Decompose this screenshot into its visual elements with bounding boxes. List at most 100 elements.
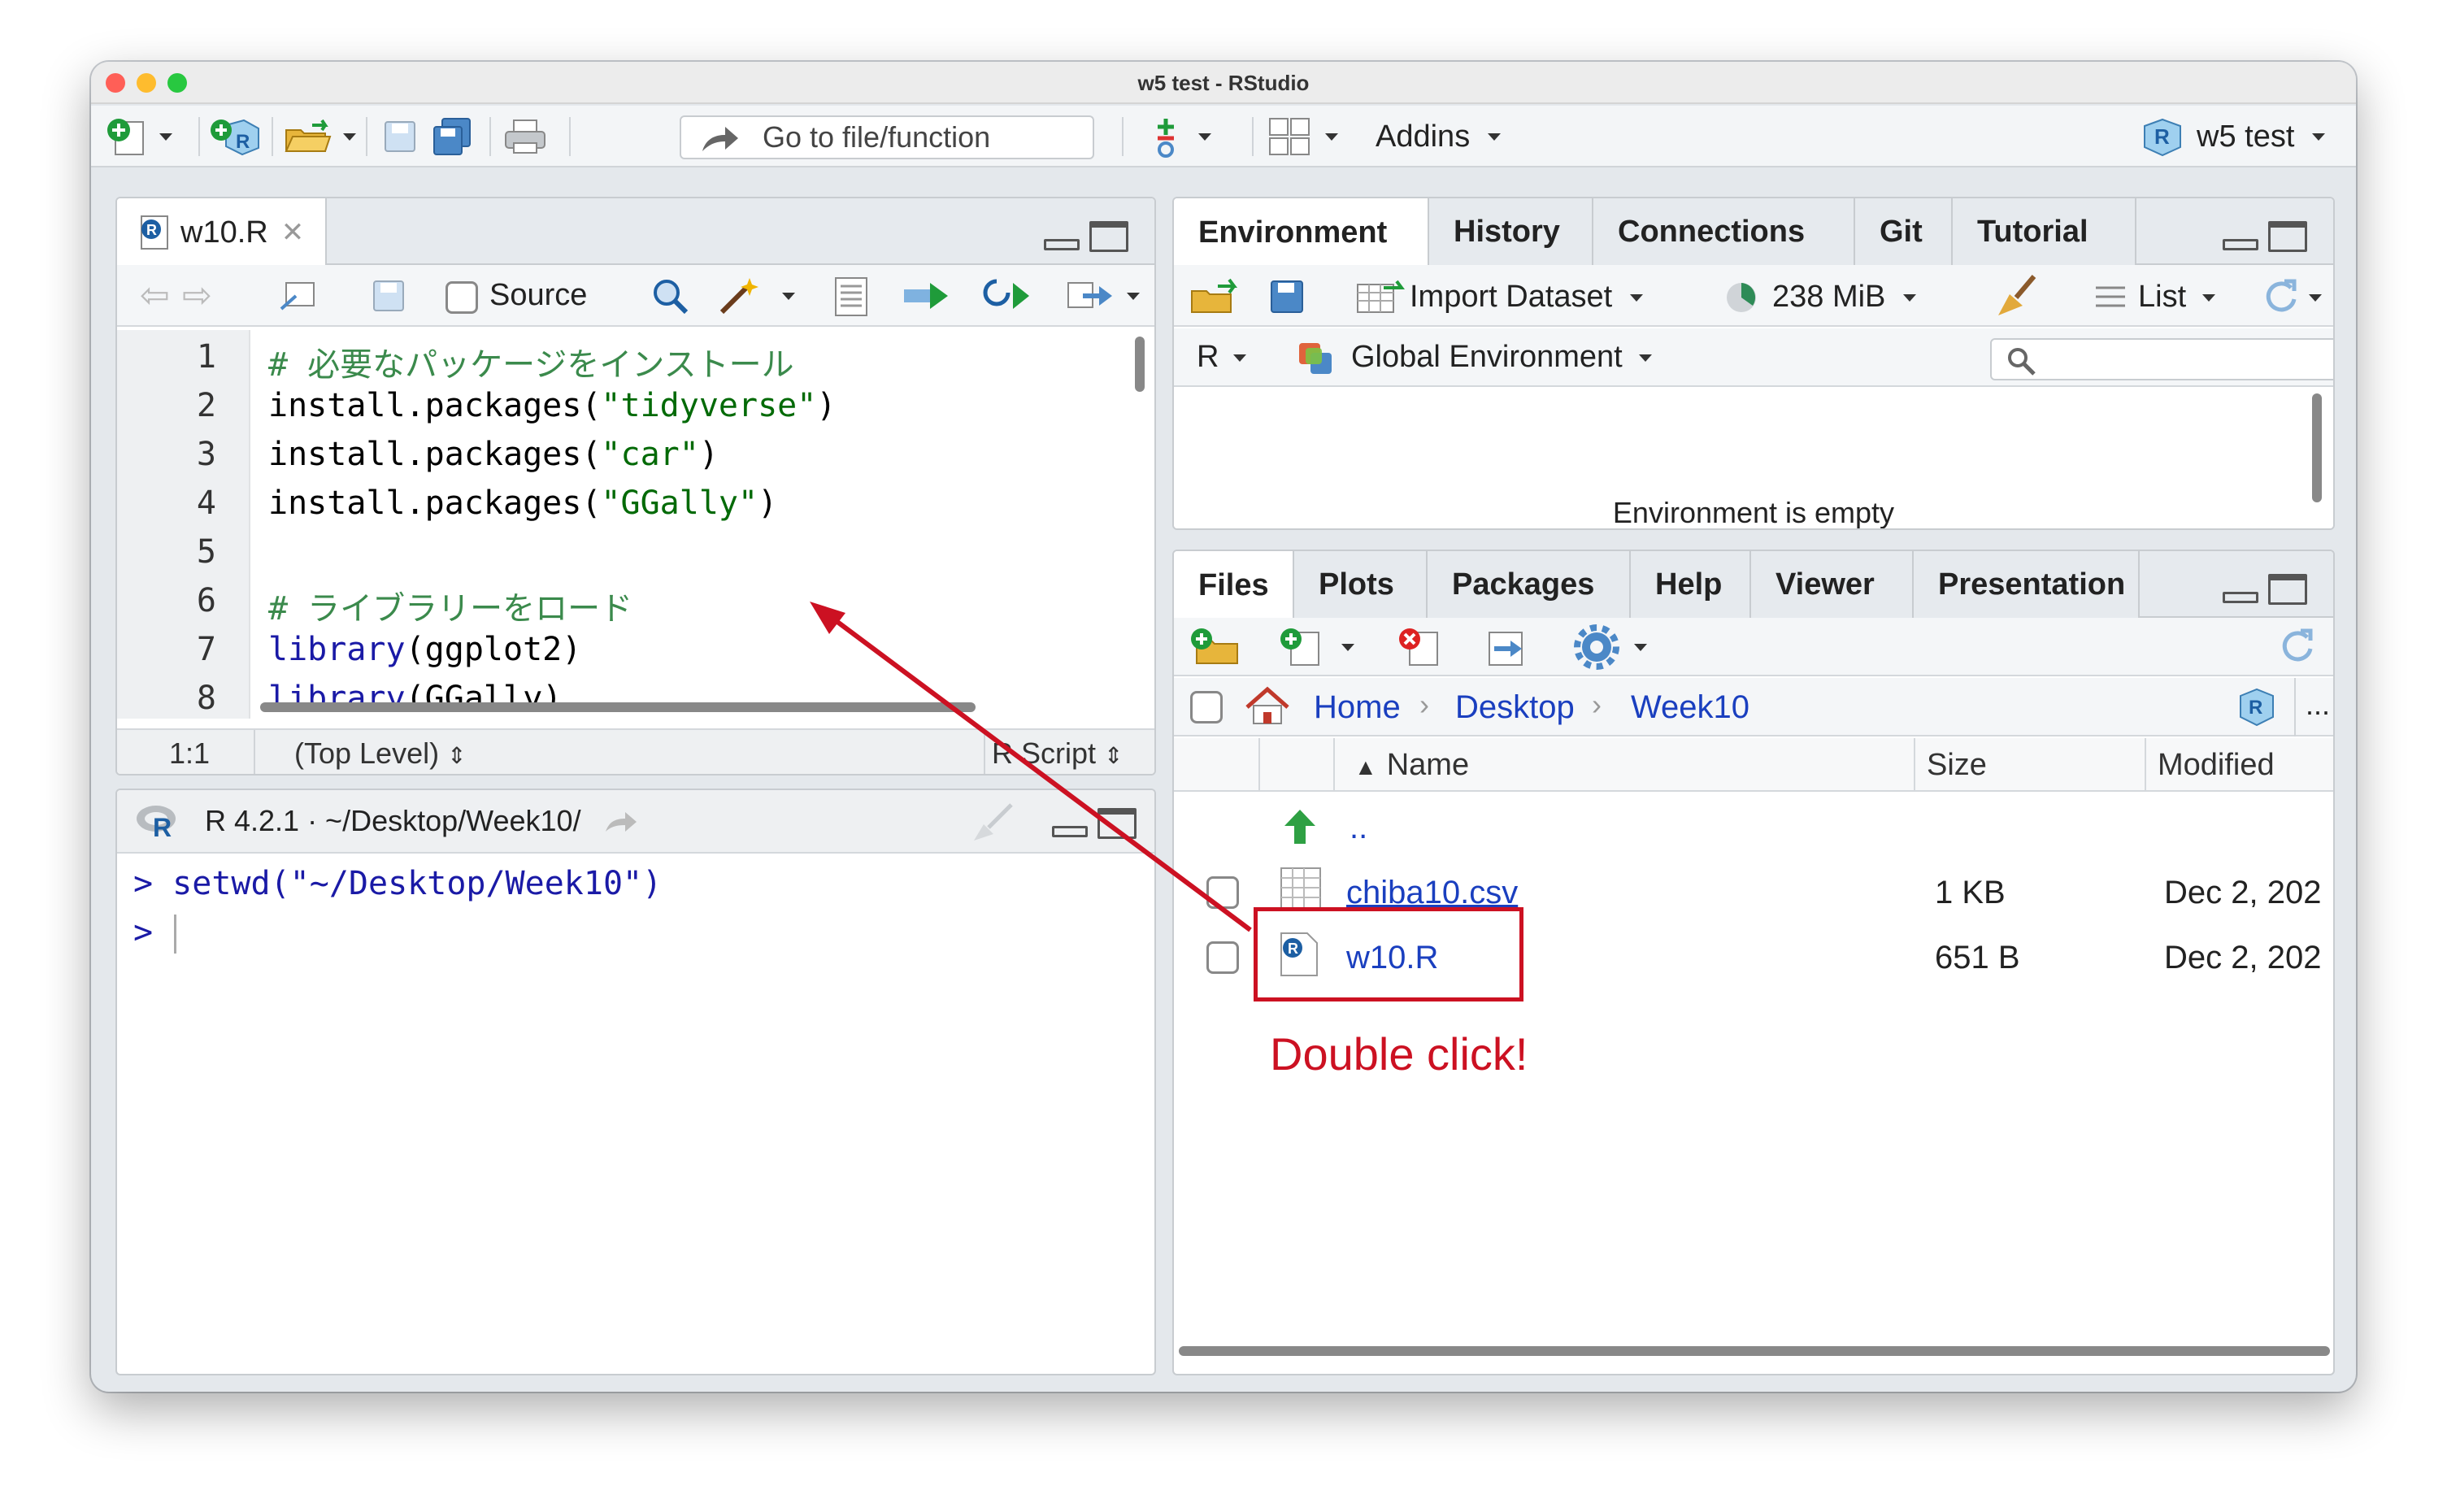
file-row[interactable]: R w10.R 651 B Dec 2, 202 (1174, 925, 2333, 988)
chevron-right-icon: › (1592, 688, 1602, 721)
tab-history[interactable]: History (1429, 198, 1593, 265)
open-file-button[interactable] (283, 119, 356, 153)
search-icon[interactable] (650, 276, 691, 317)
view-mode-menu[interactable]: List (2138, 280, 2216, 315)
console-prompt[interactable]: > (133, 914, 177, 954)
gear-icon[interactable] (1574, 624, 1619, 670)
source-on-save-label: Source (489, 277, 588, 312)
source-script-icon[interactable] (1067, 278, 1115, 314)
project-label: w5 test (2197, 119, 2295, 154)
close-tab-icon[interactable]: ✕ (281, 216, 305, 249)
home-icon[interactable] (1244, 686, 1291, 727)
tab-w10-r[interactable]: R w10.R ✕ (117, 198, 328, 267)
breadcrumb-week10[interactable]: Week10 (1631, 689, 1749, 726)
code-line: library(ggplot2) (268, 631, 582, 668)
more-options-button[interactable]: ... (2306, 688, 2330, 722)
source-pane-minmax[interactable] (1044, 221, 1128, 254)
column-size[interactable]: Size (1927, 748, 1987, 783)
file-row[interactable]: chiba10.csv 1 KB Dec 2, 202 (1174, 860, 2333, 923)
new-folder-icon[interactable] (1189, 626, 1244, 668)
save-button[interactable] (380, 120, 419, 153)
line-number-gutter: 1 2 3 4 5 6 7 8 (117, 330, 250, 719)
addins-menu[interactable]: Addins (1376, 119, 1502, 154)
tab-viewer[interactable]: Viewer (1751, 551, 1914, 618)
back-arrow-icon[interactable]: ⇦ (140, 275, 170, 316)
new-project-button[interactable]: R (210, 119, 262, 156)
file-checkbox[interactable] (1206, 941, 1239, 974)
compile-report-icon[interactable] (832, 276, 870, 317)
line-number: 1 (196, 338, 216, 376)
tab-plots[interactable]: Plots (1294, 551, 1428, 618)
code-editor[interactable]: 1 2 3 4 5 6 7 8 # 必要なパッケージをインストール instal… (117, 330, 1154, 719)
parent-directory-link[interactable]: .. (1350, 810, 1367, 846)
environment-scope-menu[interactable]: Global Environment (1351, 340, 1652, 375)
print-button[interactable] (502, 119, 548, 154)
tab-environment[interactable]: Environment (1174, 198, 1429, 267)
tab-files[interactable]: Files (1174, 551, 1294, 619)
breadcrumb-desktop[interactable]: Desktop (1455, 689, 1575, 726)
tab-tutorial[interactable]: Tutorial (1953, 198, 2136, 265)
goto-arrow-icon (702, 127, 738, 151)
tab-help[interactable]: Help (1631, 551, 1751, 618)
clear-console-icon[interactable] (971, 802, 1019, 844)
workspace-panes-button[interactable] (1268, 118, 1338, 155)
select-all-checkbox[interactable] (1190, 691, 1223, 723)
delete-file-icon[interactable] (1397, 626, 1445, 668)
language-selector[interactable]: R (1197, 340, 1247, 375)
column-modified[interactable]: Modified (2158, 748, 2275, 783)
project-menu[interactable]: R w5 test (2140, 118, 2326, 157)
save-workspace-icon[interactable] (1268, 278, 1306, 315)
scope-selector[interactable]: (Top Level) ⇕ (294, 736, 467, 771)
environment-toolbar: Import Dataset 238 MiB List (1174, 265, 2333, 327)
editor-vertical-scrollbar[interactable] (1135, 337, 1145, 392)
save-all-button[interactable] (431, 118, 476, 155)
tab-connections[interactable]: Connections (1593, 198, 1855, 265)
file-type-selector[interactable]: R Script ⇕ (992, 736, 1124, 771)
environment-pane-minmax[interactable] (2223, 221, 2307, 254)
broom-icon[interactable] (1993, 273, 2042, 319)
line-number: 5 (196, 533, 216, 571)
refresh-icon[interactable] (2260, 276, 2301, 317)
code-line: install.packages("tidyverse") (268, 387, 837, 424)
memory-usage-menu[interactable]: 238 MiB (1772, 280, 1917, 315)
run-lines-icon[interactable] (902, 280, 956, 312)
source-tabbar: R w10.R ✕ (117, 198, 1154, 267)
tab-packages[interactable]: Packages (1428, 551, 1631, 618)
rename-file-icon[interactable] (1483, 626, 1532, 668)
source-on-save-checkbox[interactable] (446, 281, 478, 314)
tab-presentation[interactable]: Presentation (1914, 551, 2140, 618)
new-file-button[interactable] (106, 119, 172, 155)
breadcrumb-home[interactable]: Home (1314, 689, 1401, 726)
goto-file-function-input[interactable]: Go to file/function (680, 115, 1094, 159)
version-control-button[interactable] (1150, 119, 1211, 158)
save-icon (385, 121, 415, 152)
environment-pane: Environment History Connections Git Tuto… (1172, 197, 2335, 530)
load-workspace-icon[interactable] (1189, 276, 1242, 317)
environment-search-input[interactable] (1990, 338, 2333, 380)
tab-git[interactable]: Git (1855, 198, 1953, 265)
file-checkbox[interactable] (1206, 876, 1239, 909)
refresh-files-icon[interactable] (2276, 626, 2317, 667)
go-to-project-icon[interactable]: R (2236, 686, 2278, 728)
files-tabbar: Files Plots Packages Help Viewer Present… (1174, 551, 2333, 619)
title-bar: w5 test - RStudio (91, 62, 2356, 104)
new-blank-file-icon[interactable] (1278, 626, 1327, 668)
magic-wand-icon[interactable] (717, 275, 763, 317)
files-pane-minmax[interactable] (2223, 574, 2307, 606)
open-folder-icon (285, 119, 332, 152)
go-to-directory-icon[interactable] (602, 807, 638, 835)
column-name[interactable]: ▲ Name (1354, 748, 1469, 783)
environment-scrollbar[interactable] (2312, 393, 2322, 502)
editor-horizontal-scrollbar[interactable] (260, 702, 976, 712)
file-name-link[interactable]: chiba10.csv (1346, 875, 1518, 911)
file-name-link[interactable]: w10.R (1346, 940, 1438, 976)
parent-directory-row[interactable]: .. (1174, 797, 2333, 860)
files-horizontal-scrollbar[interactable] (1179, 1346, 2330, 1356)
forward-arrow-icon[interactable]: ⇨ (182, 275, 212, 316)
window-title: w5 test - RStudio (1137, 71, 1310, 95)
files-toolbar (1174, 618, 2333, 676)
rerun-icon[interactable] (980, 276, 1037, 314)
console-pane-minmax[interactable] (1052, 808, 1137, 841)
save-source-icon (373, 280, 404, 311)
import-dataset-menu[interactable]: Import Dataset (1410, 280, 1644, 315)
